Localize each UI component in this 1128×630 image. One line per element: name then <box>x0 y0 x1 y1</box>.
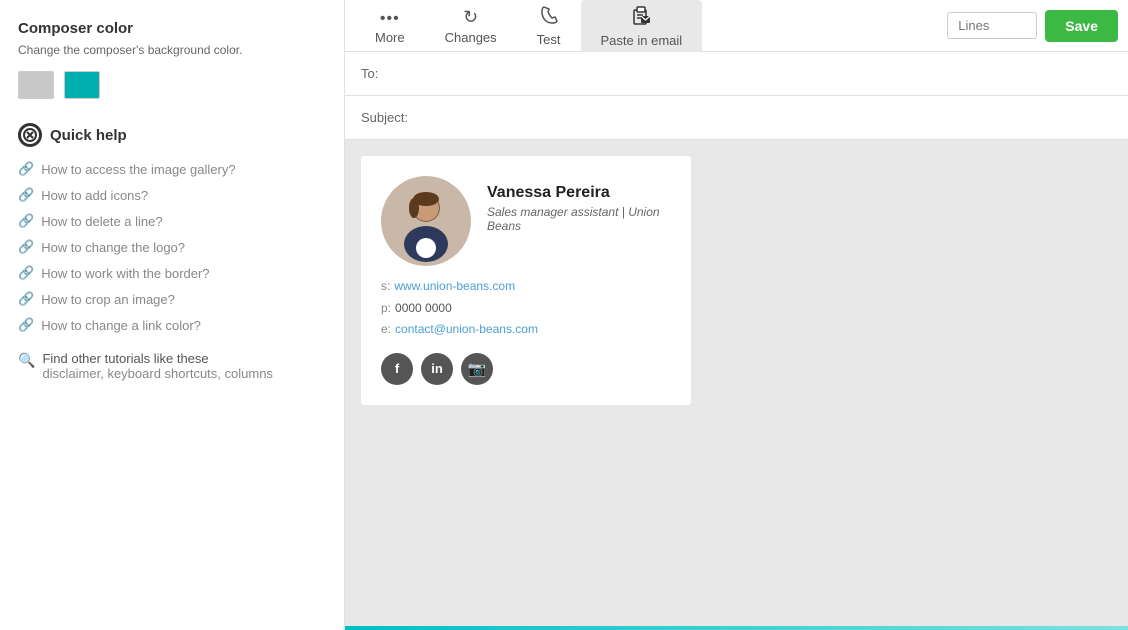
help-link-delete-line[interactable]: How to delete a line? <box>41 214 162 229</box>
tab-test[interactable]: Test <box>517 0 581 52</box>
help-link-crop[interactable]: How to crop an image? <box>41 292 175 307</box>
phone-value: 0000 0000 <box>395 298 452 320</box>
instagram-button[interactable]: 📷 <box>461 353 493 385</box>
sig-social: f in 📷 <box>381 353 667 385</box>
list-item: 🔗 How to add icons? <box>18 187 326 203</box>
refresh-icon: ↻ <box>463 7 478 28</box>
list-item: 🔗 How to crop an image? <box>18 291 326 307</box>
list-item: 🔗 How to access the image gallery? <box>18 161 326 177</box>
color-swatches <box>18 71 326 99</box>
help-link-link-color[interactable]: How to change a link color? <box>41 318 201 333</box>
linkedin-button[interactable]: in <box>421 353 453 385</box>
subject-label: Subject: <box>361 110 408 125</box>
lines-input[interactable] <box>947 12 1037 39</box>
to-field[interactable]: To: <box>345 52 1128 96</box>
list-item: 🔗 How to change the logo? <box>18 239 326 255</box>
tab-paste-in-email-label: Paste in email <box>601 33 683 48</box>
find-tutorials: 🔍 Find other tutorials like these discla… <box>18 351 326 381</box>
sig-top: Vanessa Pereira Sales manager assistant … <box>381 176 667 266</box>
link-icon: 🔗 <box>18 265 34 281</box>
save-button[interactable]: Save <box>1045 10 1118 42</box>
quick-help-section: Quick help 🔗 How to access the image gal… <box>18 123 326 381</box>
paste-icon <box>630 4 652 31</box>
tab-test-label: Test <box>537 32 561 47</box>
signature-avatar <box>381 176 471 266</box>
help-link-logo[interactable]: How to change the logo? <box>41 240 185 255</box>
sig-name: Vanessa Pereira <box>487 184 667 202</box>
help-link-border[interactable]: How to work with the border? <box>41 266 209 281</box>
email-body-area: Vanessa Pereira Sales manager assistant … <box>345 140 1128 626</box>
sig-info: Vanessa Pereira Sales manager assistant … <box>487 176 667 233</box>
tab-more[interactable]: More <box>355 0 425 52</box>
bottom-accent <box>345 626 1128 630</box>
quick-help-title: Quick help <box>18 123 326 147</box>
color-swatch-teal[interactable] <box>64 71 100 99</box>
link-icon: 🔗 <box>18 317 34 333</box>
phone-key: p: <box>381 298 391 320</box>
link-icon: 🔗 <box>18 239 34 255</box>
lines-input-wrap <box>947 12 1037 39</box>
tab-changes[interactable]: ↻ Changes <box>425 0 517 52</box>
list-item: 🔗 How to delete a line? <box>18 213 326 229</box>
search-icon: 🔍 <box>18 352 35 369</box>
help-link-gallery[interactable]: How to access the image gallery? <box>41 162 235 177</box>
compose-area: To: Subject: <box>345 52 1128 626</box>
sig-email-row: e: contact@union-beans.com <box>381 319 667 341</box>
sig-website-row: s: www.union-beans.com <box>381 276 667 298</box>
sidebar: Composer color Change the composer's bac… <box>0 0 345 630</box>
to-label: To: <box>361 66 378 81</box>
tutorials-links-text: disclaimer, keyboard shortcuts, columns <box>42 366 272 381</box>
signature-card: Vanessa Pereira Sales manager assistant … <box>361 156 691 405</box>
tab-paste-in-email[interactable]: Paste in email <box>581 0 703 52</box>
facebook-button[interactable]: f <box>381 353 413 385</box>
help-links-list: 🔗 How to access the image gallery? 🔗 How… <box>18 161 326 333</box>
composer-color-title: Composer color <box>18 20 326 37</box>
email-key: e: <box>381 319 391 341</box>
link-icon: 🔗 <box>18 291 34 307</box>
subject-field[interactable]: Subject: <box>345 96 1128 140</box>
color-swatch-gray[interactable] <box>18 71 54 99</box>
quick-help-icon <box>18 123 42 147</box>
sig-job-title: Sales manager assistant | Union Beans <box>487 205 667 233</box>
help-link-icons[interactable]: How to add icons? <box>41 188 148 203</box>
link-icon: 🔗 <box>18 161 34 177</box>
email-link[interactable]: contact@union-beans.com <box>395 319 538 341</box>
top-bar: More ↻ Changes Test <box>345 0 1128 52</box>
website-key: s: <box>381 276 390 298</box>
tab-changes-label: Changes <box>445 30 497 45</box>
composer-color-desc: Change the composer's background color. <box>18 43 326 57</box>
dots-icon <box>380 7 400 28</box>
list-item: 🔗 How to work with the border? <box>18 265 326 281</box>
sig-details: s: www.union-beans.com p: 0000 0000 e: c… <box>381 276 667 341</box>
tab-more-label: More <box>375 30 405 45</box>
website-link[interactable]: www.union-beans.com <box>394 276 515 298</box>
phone-icon <box>539 5 559 30</box>
link-icon: 🔗 <box>18 213 34 229</box>
find-tutorials-text: Find other tutorials like these <box>42 351 208 366</box>
main-area: More ↻ Changes Test <box>345 0 1128 630</box>
composer-color-section: Composer color Change the composer's bac… <box>18 20 326 99</box>
list-item: 🔗 How to change a link color? <box>18 317 326 333</box>
link-icon: 🔗 <box>18 187 34 203</box>
sig-phone-row: p: 0000 0000 <box>381 298 667 320</box>
